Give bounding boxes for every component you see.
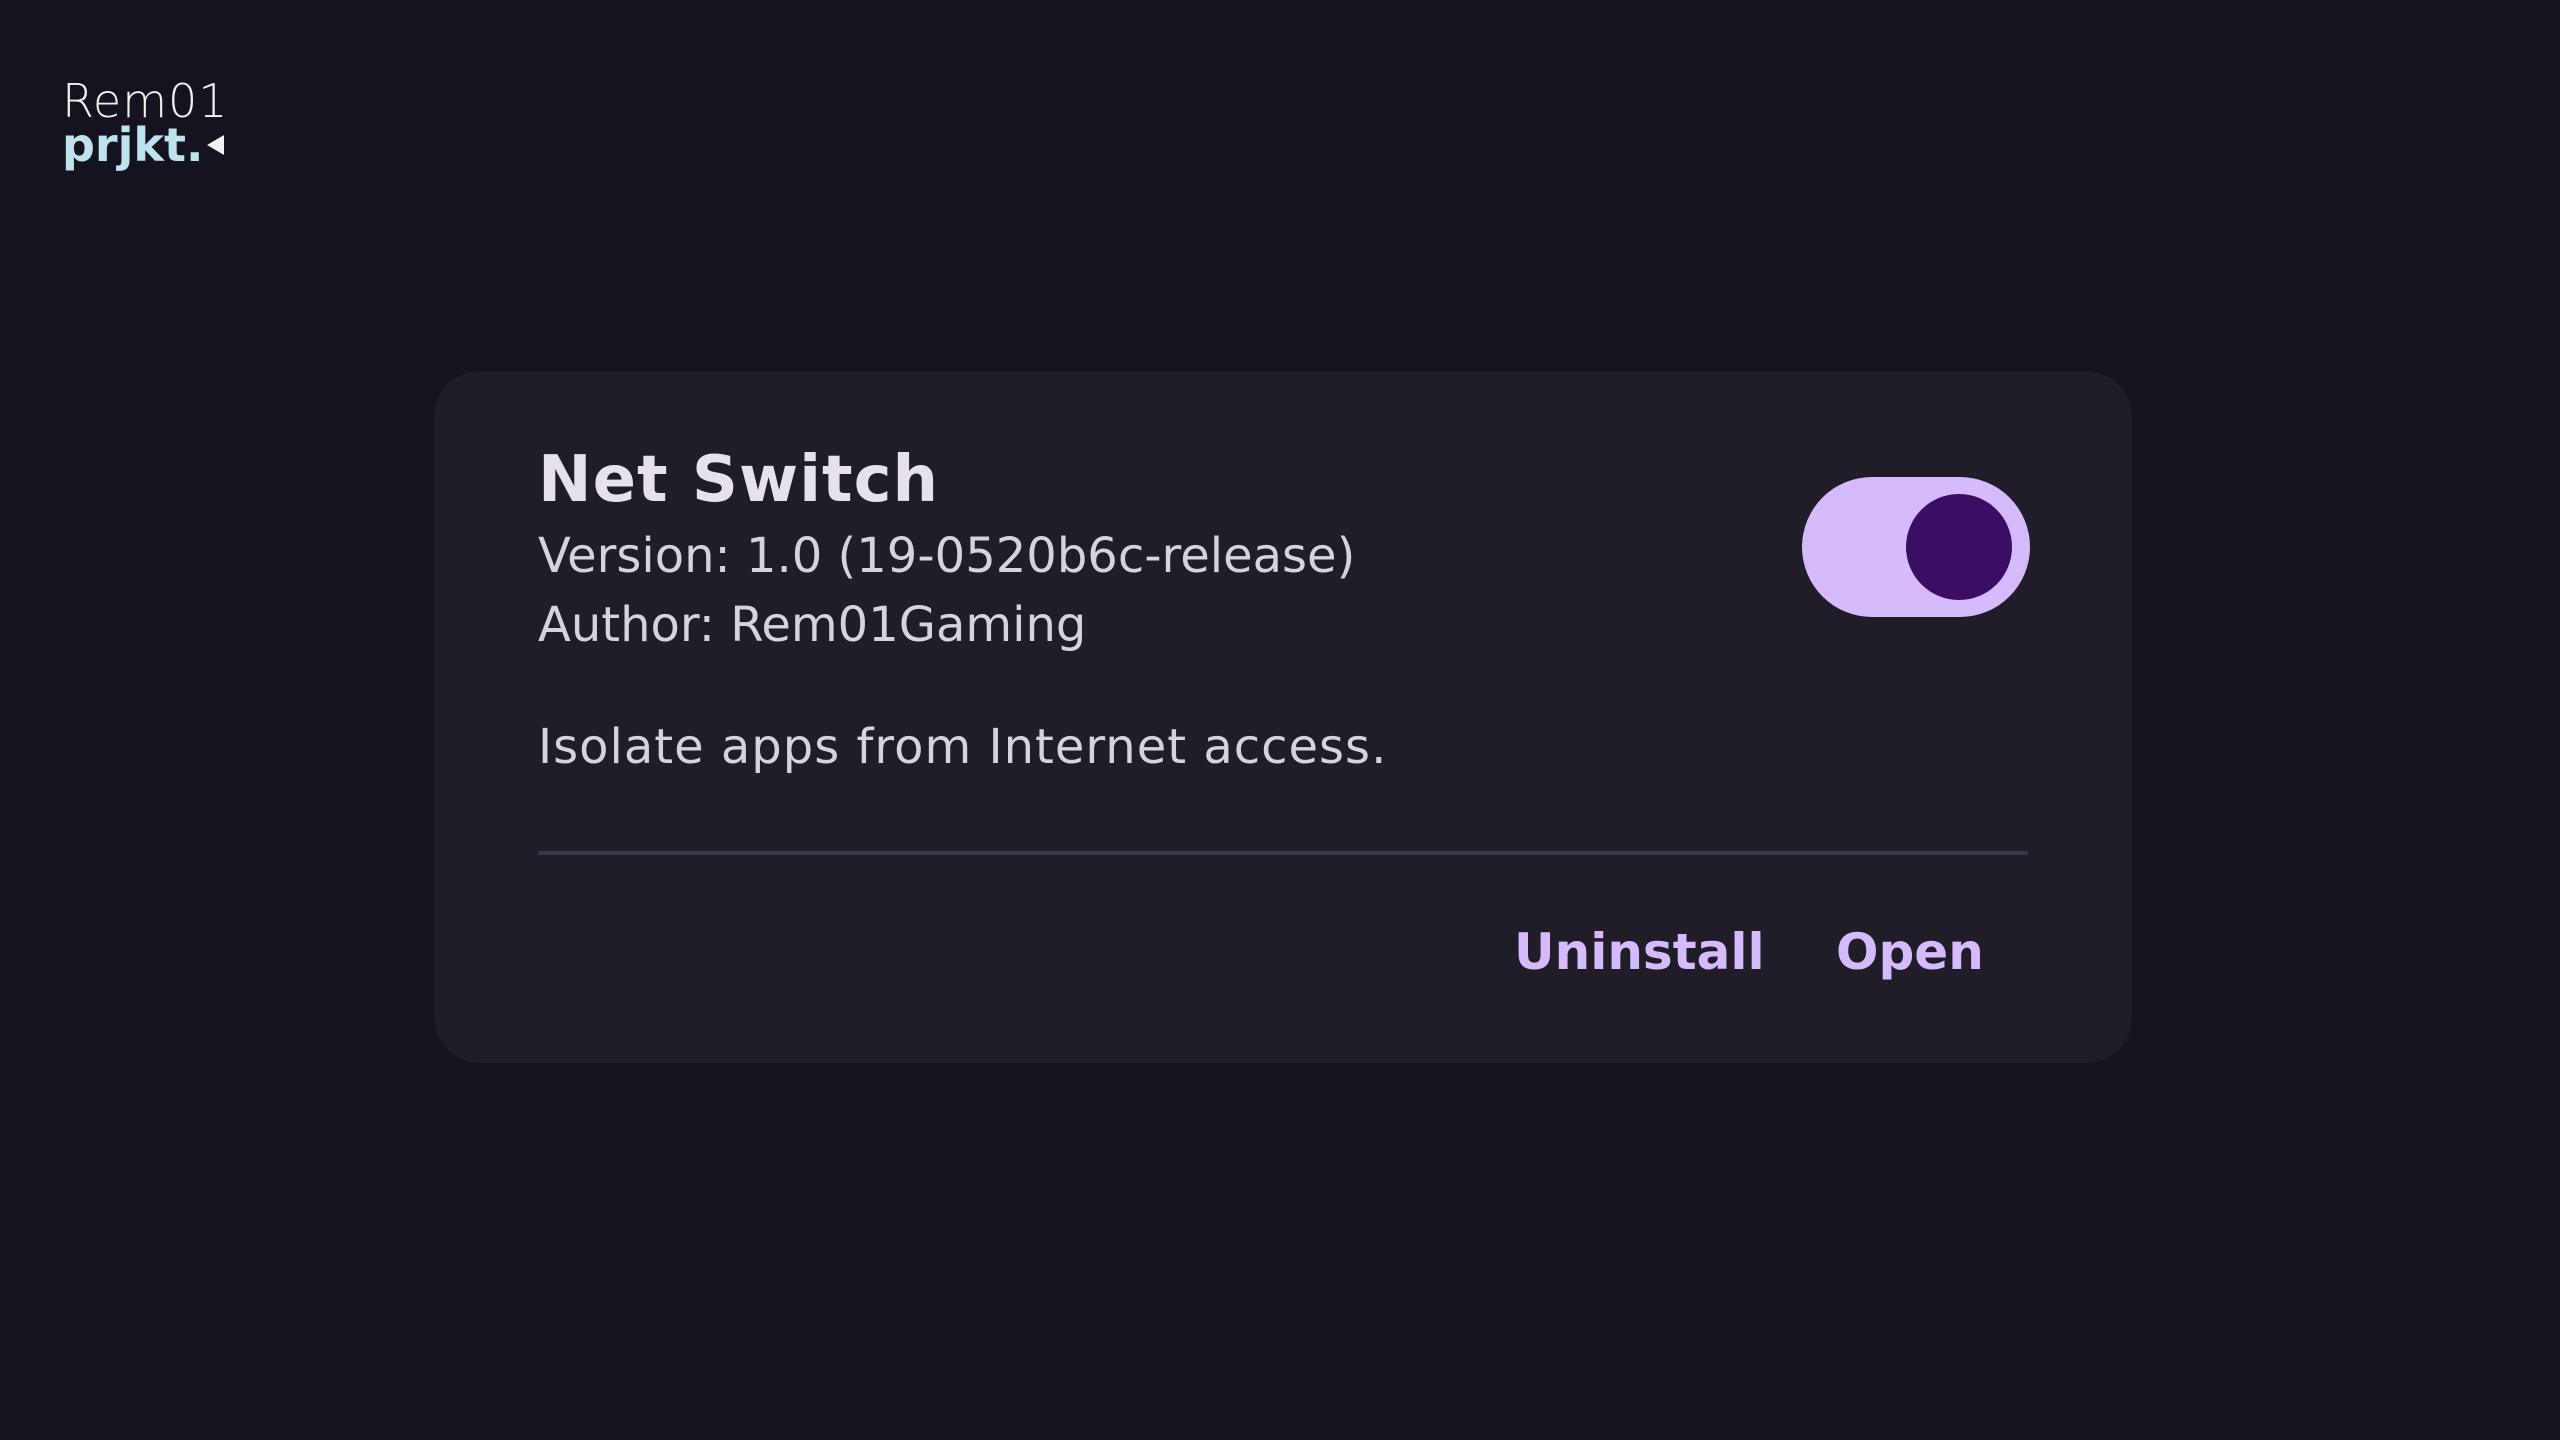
watermark-line2: prjkt. — [62, 122, 229, 168]
module-name: Net Switch — [538, 443, 940, 517]
module-enable-toggle[interactable] — [1802, 477, 2030, 617]
open-button[interactable]: Open — [1836, 923, 1984, 981]
toggle-thumb — [1906, 494, 2012, 600]
module-author: Author: Rem01Gaming — [538, 597, 1087, 653]
watermark-logo: Rem01 prjkt. — [62, 78, 229, 168]
uninstall-button[interactable]: Uninstall — [1514, 923, 1765, 981]
card-divider — [538, 851, 2028, 855]
module-description: Isolate apps from Internet access. — [538, 719, 1388, 775]
watermark-line2-text: prjkt. — [62, 118, 204, 172]
module-version: Version: 1.0 (19-0520b6c-release) — [538, 528, 1356, 584]
triangle-left-icon — [207, 135, 225, 155]
module-card: Net Switch Version: 1.0 (19-0520b6c-rele… — [434, 371, 2132, 1063]
